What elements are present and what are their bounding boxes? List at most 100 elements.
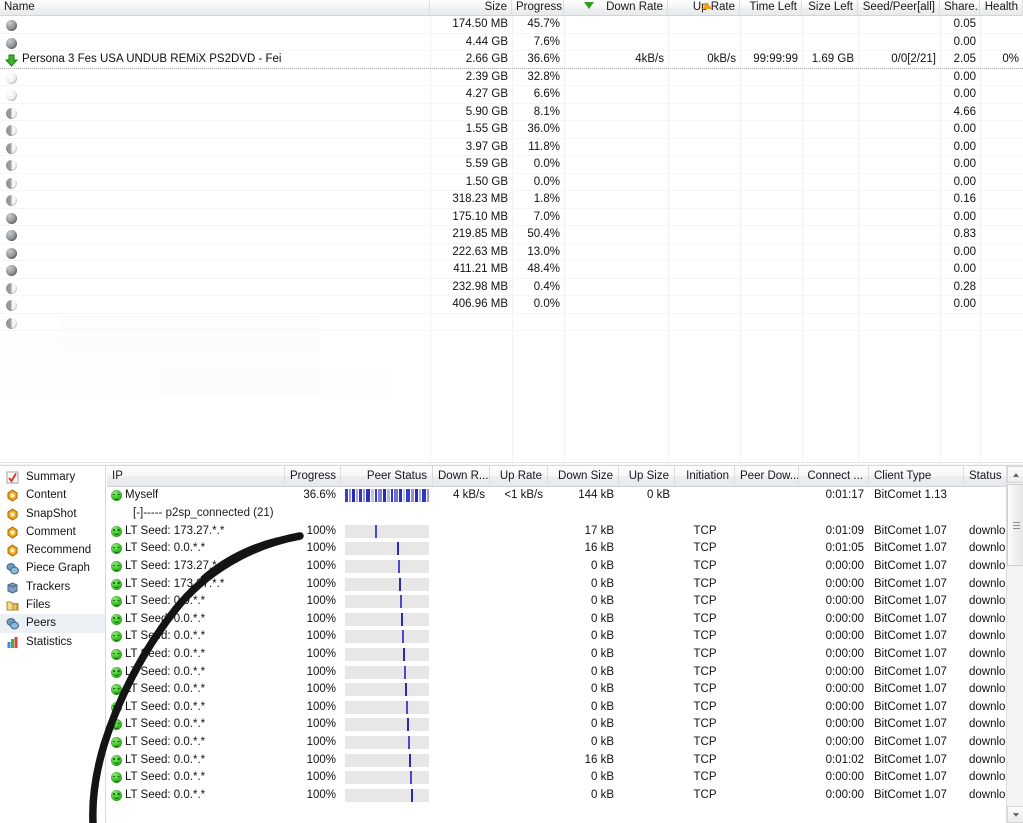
gray-sphere-icon <box>6 195 17 206</box>
peer-cell-init: TCP <box>693 665 717 678</box>
table-row[interactable]: LT Seed: 173.27.*.* 100% 17 kB 0:01:09 TCP Bi… <box>107 523 1023 541</box>
table-row[interactable] <box>0 314 1023 331</box>
peer-status-segment <box>406 700 408 714</box>
peer-column-header-downrate[interactable]: Down R... <box>433 466 490 486</box>
peers-table-body[interactable]: Myself 36.6% 4 kB/s <1 kB/s 144 kB 0 kB 0:01:1… <box>107 487 1023 823</box>
sidebar-item-snapshot[interactable]: SnapShot <box>0 505 105 523</box>
trackers-icon <box>7 582 18 594</box>
table-row[interactable]: 175.10 MB 7.0% 0.00 <box>0 209 1023 226</box>
peer-ip: LT Seed: 0.0.*.* <box>125 683 206 696</box>
table-row[interactable]: 232.98 MB 0.4% 0.28 <box>0 279 1023 296</box>
table-row[interactable]: LT Seed: 0.0.*.* 100% 16 kB 0:01:05 TCP BitCo… <box>107 540 1023 558</box>
sidebar-item-summary[interactable]: Summary <box>0 468 105 486</box>
torrent-column-header-name[interactable]: Name <box>0 0 430 15</box>
torrent-column-header-seedpeer[interactable]: Seed/Peer[all] <box>858 0 940 15</box>
sidebar-item-comment[interactable]: Comment <box>0 523 105 541</box>
torrent-cell-share: 0.00 <box>953 210 976 223</box>
table-row[interactable]: 1.55 GB 36.0% 0.00 <box>0 121 1023 139</box>
peer-column-header-ip[interactable]: IP <box>107 466 285 486</box>
peer-status-segment <box>427 489 429 502</box>
torrent-column-header-down[interactable]: Down Rate <box>564 0 668 15</box>
table-row[interactable]: 4.27 GB 6.6% 0.00 <box>0 86 1023 104</box>
torrent-column-header-sizeleft[interactable]: Size Left <box>802 0 858 15</box>
peer-column-header-init[interactable]: Initiation <box>675 466 735 486</box>
table-row[interactable]: LT Seed: 0.0.*.* 100% 0 kB 0:00:00 TCP BitCom… <box>107 699 1023 717</box>
table-row[interactable]: LT Seed: 0.0.*.* 100% 0 kB 0:00:00 TCP BitCom… <box>107 716 1023 734</box>
scroll-down-arrow-icon[interactable] <box>1007 806 1023 823</box>
peers-vertical-scrollbar[interactable] <box>1006 466 1023 823</box>
table-row[interactable]: LT Seed: 0.0.*.* 100% 16 kB 0:01:02 TCP BitCo… <box>107 752 1023 770</box>
table-row[interactable]: LT Seed: 0.0.*.* 100% 0 kB 0:00:00 TCP BitCom… <box>107 628 1023 646</box>
peer-status-segment <box>407 718 409 732</box>
table-row[interactable]: LT Seed: 173.27.*.* 100% 0 kB 0:00:00 TCP Bit… <box>107 576 1023 594</box>
table-row[interactable]: LT Seed: 0.0.*.* 100% 0 kB 0:00:00 TCP BitCom… <box>107 734 1023 752</box>
peer-group-row[interactable]: [-]----- p2sp_connected (21) <box>107 505 1006 523</box>
torrent-list-body[interactable]: 174.50 MB 45.7% 0.05 4.44 GB 7.6% 0.00 Persona… <box>0 16 1023 462</box>
sidebar-item-piece-graph[interactable]: Piece Graph <box>0 559 105 577</box>
table-row[interactable]: LT Seed: 0.0.*.* 100% 0 kB 0:00:00 TCP BitCom… <box>107 593 1023 611</box>
peer-column-header-status[interactable]: Peer Status <box>341 466 433 486</box>
peer-status-segment <box>402 630 404 644</box>
torrent-column-header-health[interactable]: Health <box>980 0 1023 15</box>
peer-ip: LT Seed: 0.0.*.* <box>125 612 206 625</box>
detail-sidebar[interactable]: Summary Content SnapShot Comment Recommend Pi… <box>0 466 106 823</box>
peer-status-bar <box>345 560 429 573</box>
peer-status-segment <box>410 771 412 785</box>
scroll-thumb[interactable] <box>1007 484 1023 566</box>
peer-column-header-upsize[interactable]: Up Size <box>619 466 675 486</box>
table-row[interactable]: 4.44 GB 7.6% 0.00 <box>0 34 1023 51</box>
peer-cell-connect: 0:00:00 <box>825 788 864 801</box>
peer-column-header-uprate[interactable]: Up Rate <box>490 466 548 486</box>
peer-column-header-connect[interactable]: Connect ... <box>799 466 869 486</box>
table-row[interactable]: 411.21 MB 48.4% 0.00 <box>0 261 1023 279</box>
torrent-column-header-progress[interactable]: Progress <box>512 0 564 15</box>
table-row[interactable]: LT Seed: 0.0.*.* 100% 0 kB 0:00:00 TCP BitCom… <box>107 787 1023 805</box>
table-row[interactable]: 1.50 GB 0.0% 0.00 <box>0 174 1023 191</box>
green-smiley-icon <box>111 772 122 784</box>
sidebar-item-content[interactable]: Content <box>0 486 105 504</box>
sidebar-item-trackers[interactable]: Trackers <box>0 578 105 596</box>
table-row[interactable]: LT Seed: 0.0.*.* 100% 0 kB 0:00:00 TCP BitCom… <box>107 769 1023 787</box>
peer-cell-downsize: 16 kB <box>584 542 614 555</box>
torrent-column-header-time[interactable]: Time Left <box>740 0 802 15</box>
table-row[interactable]: Myself 36.6% 4 kB/s <1 kB/s 144 kB 0 kB 0:01:1… <box>107 487 1006 505</box>
table-row[interactable]: 222.63 MB 13.0% 0.00 <box>0 244 1023 261</box>
sidebar-item-recommend[interactable]: Recommend <box>0 541 105 559</box>
peer-ip: LT Seed: 0.0.*.* <box>125 753 206 766</box>
peer-column-header-peerdown[interactable]: Peer Dow... <box>735 466 799 486</box>
table-row[interactable]: 5.90 GB 8.1% 4.66 <box>0 104 1023 121</box>
table-row[interactable]: LT Seed: 0.0.*.* 100% 0 kB 0:00:00 TCP BitCom… <box>107 681 1023 699</box>
peer-column-header-progress[interactable]: Progress <box>285 466 341 486</box>
peer-cell-downsize: 0 kB <box>590 788 614 801</box>
peer-ip: LT Seed: 0.0.*.* <box>125 595 206 608</box>
render-artifact <box>160 371 390 396</box>
table-row[interactable]: LT Seed: 0.0.*.* 100% 0 kB 0:00:00 TCP BitCom… <box>107 664 1023 682</box>
table-row[interactable]: 3.97 GB 11.8% 0.00 <box>0 139 1023 156</box>
peer-ip: LT Seed: 0.0.*.* <box>125 771 206 784</box>
scroll-up-arrow-icon[interactable] <box>1007 466 1023 483</box>
table-row[interactable]: 174.50 MB 45.7% 0.05 <box>0 16 1023 34</box>
table-row[interactable]: 2.39 GB 32.8% 0.00 <box>0 69 1023 86</box>
torrent-list-header[interactable]: Name Size Progress Down Rate Up Rate Time Lef… <box>0 0 1023 16</box>
table-row[interactable]: 406.96 MB 0.0% 0.00 <box>0 296 1023 314</box>
table-row[interactable]: 219.85 MB 50.4% 0.83 <box>0 226 1023 244</box>
sidebar-item-statistics[interactable]: Statistics <box>0 633 105 651</box>
peers-panel: IP Progress Peer Status Down R... Up Rate Dow… <box>107 466 1023 823</box>
sidebar-item-files[interactable]: Files <box>0 596 105 614</box>
sidebar-item-peers[interactable]: Peers <box>0 614 105 633</box>
table-row[interactable]: LT Seed: 0.0.*.* 100% 0 kB 0:00:00 TCP BitCom… <box>107 611 1023 629</box>
peer-column-header-client[interactable]: Client Type <box>869 466 964 486</box>
torrent-column-header-up[interactable]: Up Rate <box>668 0 740 15</box>
table-row[interactable]: LT Seed: 173.27.*.* 100% 0 kB 0:00:00 TCP Bit… <box>107 558 1023 576</box>
comment-gem-icon <box>7 526 18 539</box>
torrent-column-header-size[interactable]: Size <box>430 0 512 15</box>
table-row[interactable]: LT Seed: 0.0.*.* 100% 0 kB 0:00:00 TCP BitCom… <box>107 646 1023 664</box>
peers-table-header[interactable]: IP Progress Peer Status Down R... Up Rate Dow… <box>107 466 1023 487</box>
peer-group-label[interactable]: [-]----- p2sp_connected (21) <box>133 505 274 522</box>
table-row[interactable]: 5.59 GB 0.0% 0.00 <box>0 156 1023 174</box>
torrent-column-header-share[interactable]: Share... <box>940 0 980 15</box>
peer-column-header-downsize[interactable]: Down Size <box>548 466 619 486</box>
peer-status-segment <box>356 489 358 502</box>
table-row[interactable]: 318.23 MB 1.8% 0.16 <box>0 191 1023 209</box>
table-row[interactable]: Persona 3 Fes USA UNDUB REMiX PS2DVD - F… <box>0 51 1023 69</box>
